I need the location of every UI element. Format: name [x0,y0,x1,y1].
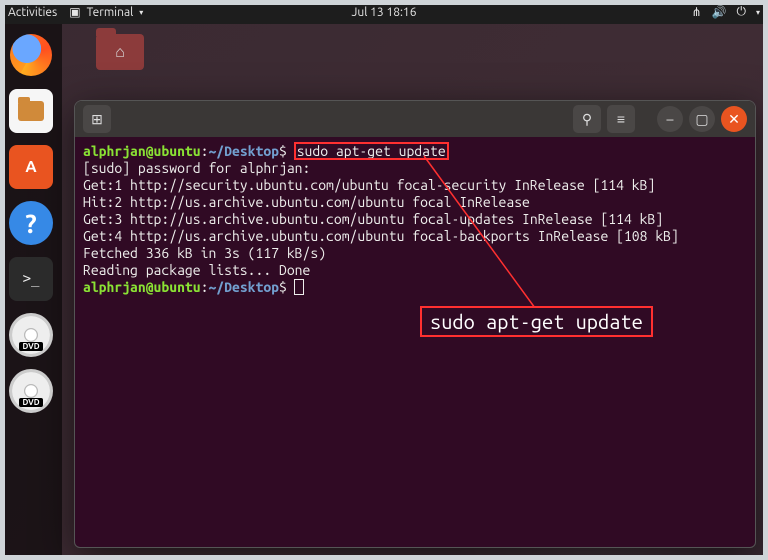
prompt-sym: $ [279,279,287,295]
close-button[interactable]: ✕ [721,106,747,132]
help-icon: ? [9,201,53,245]
menu-icon: ≡ [617,111,625,127]
hamburger-menu-button[interactable]: ≡ [607,105,635,133]
prompt-path: ~/Desktop [208,143,279,159]
dock: A ? >_ DVD DVD [0,24,62,560]
maximize-button[interactable]: ▢ [689,106,715,132]
gnome-topbar: Activities ▣ Terminal ▾ Jul 13 18:16 ⋔ 🔊… [0,0,768,24]
terminal-line: Get:4 http://us.archive.ubuntu.com/ubunt… [83,228,679,244]
prompt-sym: $ [279,143,287,159]
dvd-icon: DVD [9,313,53,357]
terminal-line: Hit:2 http://us.archive.ubuntu.com/ubunt… [83,194,530,210]
entered-command: sudo apt-get update [295,143,448,159]
dock-help[interactable]: ? [6,198,56,248]
volume-icon[interactable]: 🔊 [712,5,727,19]
files-icon [9,89,53,133]
terminal-body[interactable]: alphrjan@ubuntu:~/Desktop$ sudo apt-get … [75,137,755,547]
chevron-down-icon: ▾ [139,8,143,17]
annotation-callout: sudo apt-get update [420,306,653,337]
app-menu[interactable]: ▣ Terminal ▾ [69,5,143,19]
folder-icon: ⌂ [96,34,144,70]
prompt-user: alphrjan@ubuntu [83,143,201,159]
chevron-down-icon[interactable]: ▾ [756,8,760,17]
firefox-icon [10,34,52,76]
dock-terminal[interactable]: >_ [6,254,56,304]
terminal-line: Fetched 336 kB in 3s (117 kB/s) [83,245,326,261]
terminal-line: [sudo] password for alphrjan: [83,160,310,176]
search-icon: ⚲ [582,111,592,128]
dock-files[interactable] [6,86,56,136]
terminal-line: Get:3 http://us.archive.ubuntu.com/ubunt… [83,211,663,227]
terminal-appicon: ▣ [69,5,80,19]
prompt-user: alphrjan@ubuntu [83,279,201,295]
dvd-icon: DVD [9,369,53,413]
new-tab-button[interactable]: ⊞ [83,105,111,133]
prompt-path: ~/Desktop [208,279,279,295]
terminal-icon: >_ [9,257,53,301]
window-titlebar[interactable]: ⊞ ⚲ ≡ – ▢ ✕ [75,101,755,137]
activities-button[interactable]: Activities [8,6,57,19]
power-icon[interactable]: ⏻ [736,5,746,19]
desktop-home-folder[interactable]: ⌂ [96,34,152,84]
terminal-window: ⊞ ⚲ ≡ – ▢ ✕ alphrjan@ubuntu:~/Desktop$ s… [74,100,756,548]
cursor [295,280,303,294]
search-button[interactable]: ⚲ [573,105,601,133]
app-menu-label: Terminal [87,6,134,19]
terminal-line: Reading package lists... Done [83,262,310,278]
dock-dvd-2[interactable]: DVD [6,366,56,416]
dock-firefox[interactable] [6,30,56,80]
home-icon: ⌂ [96,34,144,70]
minimize-button[interactable]: – [657,106,683,132]
dock-software[interactable]: A [6,142,56,192]
terminal-line: Get:1 http://security.ubuntu.com/ubuntu … [83,177,655,193]
software-icon: A [9,145,53,189]
dock-dvd-1[interactable]: DVD [6,310,56,360]
network-icon[interactable]: ⋔ [691,5,701,19]
